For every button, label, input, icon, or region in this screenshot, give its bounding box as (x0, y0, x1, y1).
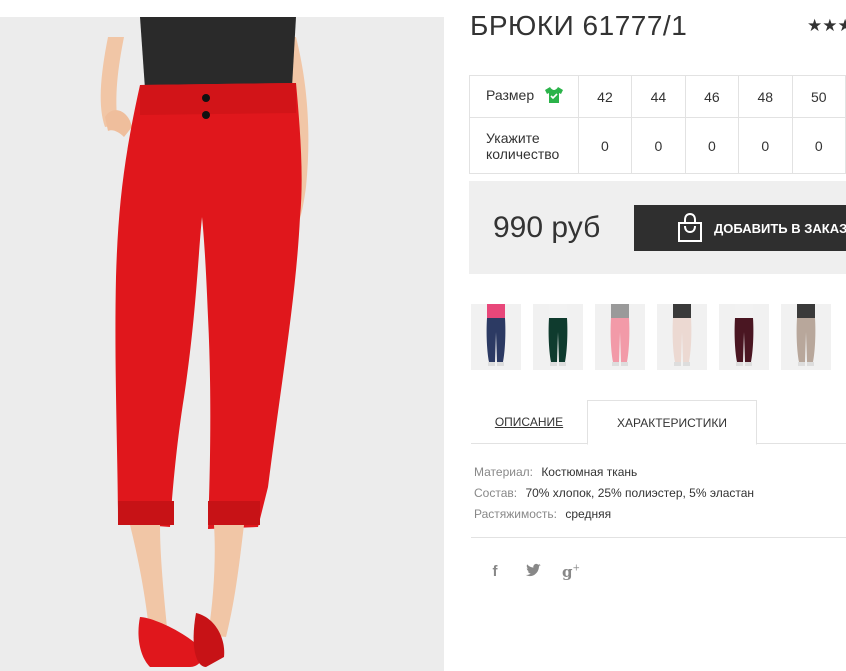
thumb-taupe[interactable] (781, 304, 831, 370)
spec-composition-key: Состав: (474, 486, 518, 500)
product-price: 990 руб (493, 211, 601, 244)
googleplus-letter: g (562, 563, 573, 581)
thumbnail-figure (657, 304, 707, 370)
size-44: 44 (631, 75, 686, 118)
spec-stretch: Растяжимость: средняя (474, 504, 754, 525)
quantity-label-cell: Укажите количество (469, 117, 579, 174)
spec-composition: Состав: 70% хлопок, 25% полиэстер, 5% эл… (474, 483, 754, 504)
size-42: 42 (577, 75, 633, 118)
add-to-order-button[interactable]: ДОБАВИТЬ В ЗАКАЗ (634, 205, 846, 251)
twitter-icon[interactable] (524, 563, 542, 581)
quantity-input-42[interactable]: 0 (577, 117, 633, 174)
quantity-input-50[interactable]: 0 (791, 117, 846, 174)
spec-composition-value: 70% хлопок, 25% полиэстер, 5% эластан (525, 486, 755, 500)
thumbnail-figure (595, 304, 645, 370)
size-row: Размер 42 44 46 48 50 (469, 75, 846, 118)
thumb-green[interactable] (533, 304, 583, 370)
social-share: f g+ (486, 562, 581, 581)
facebook-icon[interactable]: f (486, 563, 504, 580)
add-to-order-label: ДОБАВИТЬ В ЗАКАЗ (714, 220, 846, 236)
rating-stars[interactable]: ★★★ (807, 16, 846, 36)
size-quantity-table: Размер 42 44 46 48 50 Укажите количество… (469, 75, 846, 174)
googleplus-icon[interactable]: g+ (562, 562, 580, 581)
thumbnail-figure (781, 304, 831, 370)
size-label: Размер (486, 87, 535, 104)
color-thumbnails (471, 304, 831, 370)
tab-characteristics[interactable]: ХАРАКТЕРИСТИКИ (587, 400, 757, 445)
quantity-input-48[interactable]: 0 (738, 117, 793, 174)
thumbnail-figure (471, 304, 521, 370)
quantity-row: Укажите количество 0 0 0 0 0 (469, 117, 846, 174)
quantity-label-line1: Укажите (486, 129, 540, 146)
spec-stretch-key: Растяжимость: (474, 507, 558, 521)
price-panel: 990 руб ДОБАВИТЬ В ЗАКАЗ (469, 181, 846, 274)
thumb-beige[interactable] (657, 304, 707, 370)
thumb-burgundy[interactable] (719, 304, 769, 370)
size-label-cell: Размер (469, 75, 579, 118)
shopping-bag-icon (676, 212, 704, 246)
product-tabs: ОПИСАНИЕ ХАРАКТЕРИСТИКИ (471, 400, 846, 445)
tab-description[interactable]: ОПИСАНИЕ (471, 400, 587, 444)
size-46: 46 (684, 75, 740, 118)
thumb-navy[interactable] (471, 304, 521, 370)
quantity-input-44[interactable]: 0 (631, 117, 686, 174)
thumbnail-figure (719, 304, 769, 370)
quantity-input-46[interactable]: 0 (684, 117, 740, 174)
spec-stretch-value: средняя (565, 507, 612, 521)
thumbnail-figure (533, 304, 583, 370)
spec-material-key: Материал: (474, 465, 533, 479)
product-main-photo[interactable] (0, 17, 444, 671)
tshirt-size-icon[interactable] (544, 86, 564, 107)
quantity-label-line2: количество (486, 145, 560, 162)
size-48: 48 (738, 75, 793, 118)
spec-material-value: Костюмная ткань (541, 465, 638, 479)
thumb-pink[interactable] (595, 304, 645, 370)
characteristics-list: Материал: Костюмная ткань Состав: 70% хл… (474, 462, 754, 525)
divider (471, 537, 846, 538)
spec-material: Материал: Костюмная ткань (474, 462, 754, 483)
size-50: 50 (791, 75, 846, 118)
product-title: БРЮКИ 61777/1 (470, 10, 688, 41)
